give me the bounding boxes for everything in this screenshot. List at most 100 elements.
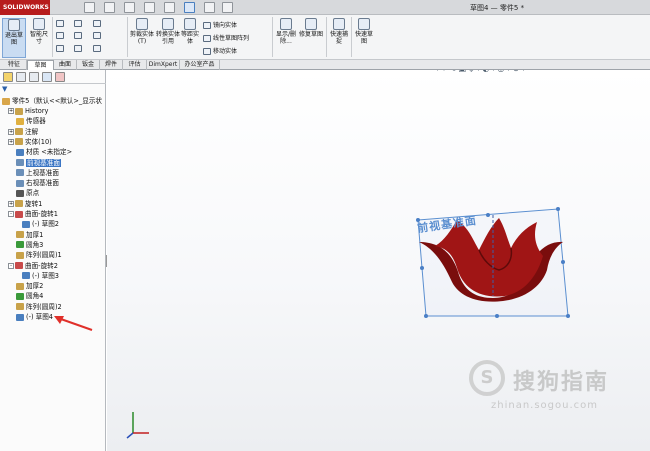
revolve-icon bbox=[15, 200, 23, 208]
offset-icon bbox=[184, 18, 196, 30]
display-manager-tab-icon[interactable] bbox=[55, 72, 65, 82]
print-icon[interactable] bbox=[144, 2, 155, 13]
smart-dimension-button[interactable]: 智能尺寸 bbox=[28, 18, 50, 48]
tree-item[interactable]: - 曲面-旋转1 bbox=[8, 209, 58, 219]
convert-entities-button[interactable]: 转换实体引用 bbox=[156, 18, 180, 52]
tab-1[interactable]: 草图 bbox=[27, 60, 54, 70]
tab-5[interactable]: 评估 bbox=[123, 60, 147, 70]
tree-item[interactable]: 加厚2 bbox=[8, 281, 43, 291]
tree-item[interactable]: (-) 草图2 bbox=[14, 219, 59, 229]
tree-item[interactable]: + 旋转1 bbox=[8, 199, 42, 209]
tree-item[interactable]: + History bbox=[8, 106, 48, 116]
tree-item-label: 加厚2 bbox=[26, 282, 44, 291]
fillet-tool[interactable] bbox=[93, 45, 103, 52]
rapid-sketch-button[interactable]: 快速草图 bbox=[353, 18, 375, 52]
expand-toggle-icon[interactable]: - bbox=[8, 211, 14, 217]
sensor-icon bbox=[16, 117, 24, 125]
relations-icon bbox=[280, 18, 292, 30]
rectangle-tool[interactable] bbox=[56, 32, 66, 39]
tree-item[interactable]: + 注解 bbox=[8, 127, 38, 137]
watermark-brand: 搜狗指南 bbox=[513, 370, 610, 395]
linear-pattern-icon bbox=[203, 35, 211, 42]
tree-item-label: 曲面-旋转1 bbox=[25, 210, 58, 218]
tree-item-label: 实体(10) bbox=[25, 137, 52, 146]
tree-item-label: 加厚1 bbox=[26, 230, 44, 239]
tree-item[interactable]: 加厚1 bbox=[8, 230, 43, 240]
tree-item[interactable]: 材质 <未指定> bbox=[8, 147, 72, 157]
tree-item[interactable]: (-) 草图3 bbox=[14, 271, 59, 281]
repair-sketch-button[interactable]: 修复草图 bbox=[299, 18, 323, 52]
tree-item[interactable]: 上视基准面 bbox=[8, 168, 59, 178]
tab-2[interactable]: 曲面 bbox=[54, 60, 77, 70]
command-manager: 退出草图 智能尺寸 剪裁实体(T) 转换实体引用 等距实体 镜向实体 线性草图阵… bbox=[0, 15, 650, 60]
tab-7[interactable]: 办公室产品 bbox=[180, 60, 220, 70]
new-document-icon[interactable] bbox=[84, 2, 95, 13]
expand-toggle-icon[interactable]: - bbox=[8, 262, 14, 269]
line-tool[interactable] bbox=[56, 20, 66, 27]
tree-root[interactable]: 零件5（默认<<默认>_显示状 bbox=[2, 96, 102, 106]
part-icon bbox=[2, 97, 10, 105]
plane-tool[interactable] bbox=[93, 32, 103, 39]
save-icon[interactable] bbox=[124, 2, 135, 13]
tree-item[interactable]: 右视基准面 bbox=[8, 178, 59, 188]
watermark-url: zhinan.sogou.com bbox=[491, 400, 599, 411]
undo-icon[interactable] bbox=[164, 2, 175, 13]
dimxpert-manager-tab-icon[interactable] bbox=[42, 72, 52, 82]
spline-tool[interactable] bbox=[93, 20, 103, 27]
slot-tool[interactable] bbox=[56, 45, 66, 52]
arc-tool[interactable] bbox=[74, 32, 84, 39]
tree-item-label: 曲面-旋转2 bbox=[25, 261, 58, 270]
linear-pattern-button[interactable]: 线性草图阵列 bbox=[203, 33, 249, 42]
history-icon bbox=[15, 107, 23, 115]
select-icon[interactable] bbox=[184, 2, 195, 13]
ribbon-divider bbox=[351, 17, 352, 57]
tab-3[interactable]: 钣金 bbox=[77, 60, 100, 70]
feature-manager-tab-icon[interactable] bbox=[3, 72, 13, 82]
tree-item[interactable]: (-) 草图4 bbox=[8, 312, 53, 322]
line-icon bbox=[56, 20, 64, 27]
tab-4[interactable]: 焊件 bbox=[100, 60, 123, 70]
open-icon[interactable] bbox=[104, 2, 115, 13]
tree-item[interactable]: + 实体(10) bbox=[8, 137, 52, 147]
filter-icon[interactable]: ▼ bbox=[2, 86, 10, 93]
polygon-tool[interactable] bbox=[74, 45, 84, 52]
tree-item-label: 右视基准面 bbox=[26, 179, 59, 188]
offset-entities-button[interactable]: 等距实体 bbox=[181, 18, 199, 52]
tab-0[interactable]: 特征 bbox=[2, 60, 27, 70]
options-icon[interactable] bbox=[222, 2, 233, 13]
rebuild-icon[interactable] bbox=[204, 2, 215, 13]
mirror-entities-button[interactable]: 镜向实体 bbox=[203, 20, 237, 29]
tree-item[interactable]: - 曲面-旋转2 bbox=[8, 261, 58, 271]
tree-item[interactable]: 阵列(圆周)1 bbox=[8, 250, 62, 260]
tree-item-label: 前视基准面 bbox=[26, 158, 61, 167]
move-entities-button[interactable]: 移动实体 bbox=[203, 46, 237, 55]
feature-manager-panel: ▼ 零件5（默认<<默认>_显示状 + History 传感器 + 注解 + 实体(10) 材… bbox=[0, 70, 106, 451]
tree-item[interactable]: 圆角4 bbox=[8, 291, 43, 301]
display-delete-relations-button[interactable]: 显示/删除... bbox=[275, 18, 297, 52]
tree-item[interactable]: 前视基准面 bbox=[8, 158, 61, 168]
plane-icon bbox=[16, 179, 24, 187]
tree-item[interactable]: 传感器 bbox=[8, 116, 46, 126]
expand-toggle-icon[interactable]: + bbox=[8, 200, 14, 207]
circle-tool[interactable] bbox=[74, 20, 84, 27]
sketch-icon bbox=[22, 272, 30, 280]
quick-snaps-button[interactable]: 快速捕捉 bbox=[329, 18, 349, 52]
sketch-icon bbox=[22, 220, 30, 228]
tab-6[interactable]: DimXpert bbox=[147, 60, 180, 70]
exit-sketch-button[interactable]: 退出草图 bbox=[2, 18, 26, 58]
tree-item-label: 圆角3 bbox=[26, 240, 44, 249]
expand-toggle-icon[interactable]: + bbox=[8, 108, 14, 114]
graphics-area[interactable]: ⌕⌕⟲▣◈▾◐▾◎▾⚙▾ 前视基准面 S 搜狗指南 zhinan.sogou.c… bbox=[107, 70, 650, 451]
tree-item[interactable]: 原点 bbox=[8, 188, 39, 198]
trim-entities-button[interactable]: 剪裁实体(T) bbox=[130, 18, 154, 52]
exit-sketch-icon bbox=[8, 19, 20, 31]
ribbon-divider bbox=[127, 17, 128, 57]
property-manager-tab-icon[interactable] bbox=[16, 72, 26, 82]
expand-toggle-icon[interactable]: + bbox=[8, 138, 14, 145]
tree-item-label: 上视基准面 bbox=[26, 168, 59, 177]
tree-item[interactable]: 阵列(圆周)2 bbox=[8, 302, 62, 312]
tree-item-label: 圆角4 bbox=[26, 292, 44, 301]
expand-toggle-icon[interactable]: + bbox=[8, 128, 14, 135]
configuration-manager-tab-icon[interactable] bbox=[29, 72, 39, 82]
tree-item[interactable]: 圆角3 bbox=[8, 240, 43, 250]
